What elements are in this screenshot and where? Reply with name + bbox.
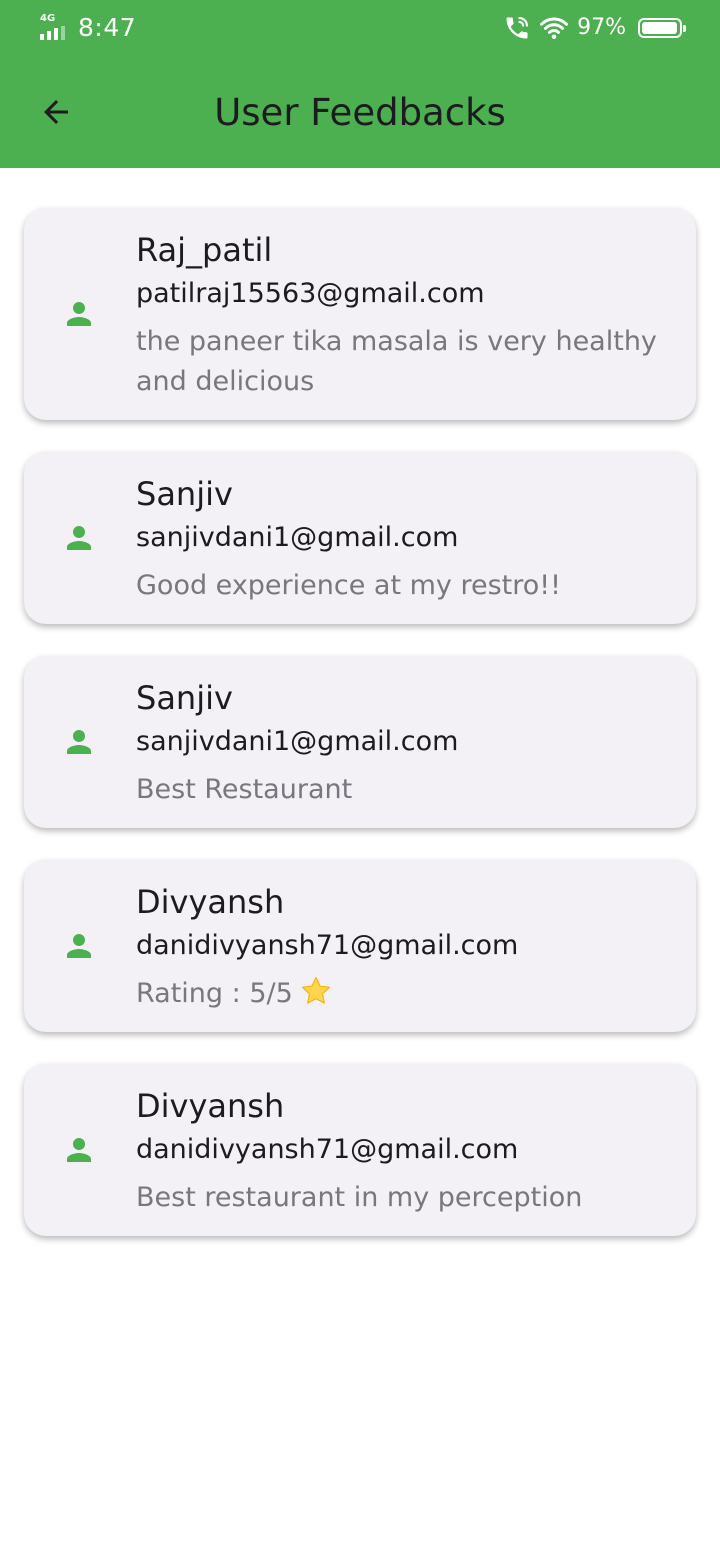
wifi-icon [540,17,569,39]
person-icon [67,526,91,550]
feedback-message: Good experience at my restro!! [136,570,561,601]
app-bar: User Feedbacks [0,56,720,168]
status-time: 8:47 [78,13,137,42]
person-icon [67,1138,91,1162]
network-type: 4G [40,13,56,24]
feedback-card[interactable]: Divyansh danidivyansh71@gmail.com Best r… [24,1064,696,1236]
person-icon [67,730,91,754]
feedback-card[interactable]: Divyansh danidivyansh71@gmail.com Rating… [24,860,696,1032]
feedback-message: Best Restaurant [136,774,353,805]
feedback-email: danidivyansh71@gmail.com [136,1134,519,1165]
feedback-card[interactable]: Raj_patil patilraj15563@gmail.com the pa… [24,208,696,420]
header: 4G 8:47 97% User Feedbacks [0,0,720,168]
star-icon [301,976,330,1004]
status-right: 97% [503,12,686,44]
feedback-card[interactable]: Sanjiv sanjivdani1@gmail.com Good experi… [24,452,696,624]
feedback-email: danidivyansh71@gmail.com [136,930,519,961]
feedback-name: Divyansh [136,883,285,921]
feedback-email: sanjivdani1@gmail.com [136,522,459,553]
signal-icon: 4G [38,14,68,42]
battery-icon [638,18,686,38]
person-icon [67,302,91,326]
feedback-name: Raj_patil [136,231,273,269]
status-bar: 4G 8:47 97% [0,0,720,56]
wifi-calling-icon [506,17,529,39]
battery-percent: 97% [577,15,626,40]
status-left: 4G 8:47 [38,12,136,44]
feedback-message: Rating : 5/5 [136,974,666,1014]
rating-text: Rating : 5/5 [136,978,293,1009]
feedback-name: Divyansh [136,1087,285,1125]
feedback-name: Sanjiv [136,475,233,513]
feedback-message: the paneer tika masala is very healthy a… [136,326,657,397]
feedback-email: sanjivdani1@gmail.com [136,726,459,757]
feedback-card[interactable]: Sanjiv sanjivdani1@gmail.com Best Restau… [24,656,696,828]
person-icon [67,934,91,958]
feedback-email: patilraj15563@gmail.com [136,278,485,309]
feedback-message: Best restaurant in my perception [136,1182,583,1213]
feedback-name: Sanjiv [136,679,233,717]
feedback-list: Raj_patil patilraj15563@gmail.com the pa… [24,208,696,1268]
page-title: User Feedbacks [214,91,506,134]
